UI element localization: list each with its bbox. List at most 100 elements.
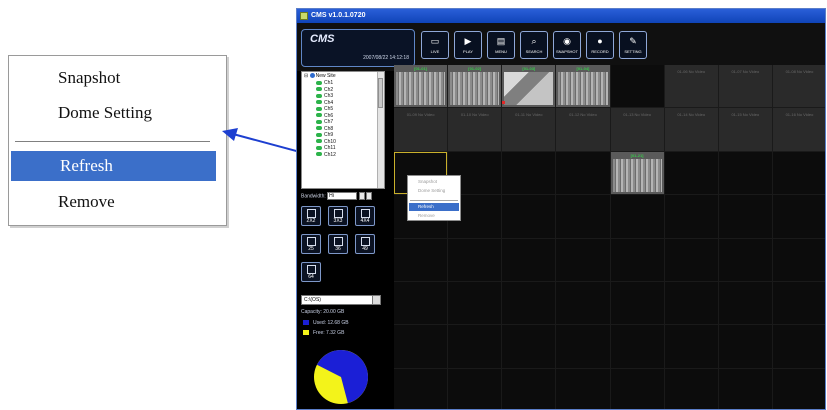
live-button[interactable]: ▭ LIVE: [421, 31, 449, 59]
video-tile[interactable]: [448, 238, 502, 281]
video-tile[interactable]: [718, 281, 772, 325]
video-tile[interactable]: 01-07 No Video: [718, 65, 772, 108]
layout-49-button[interactable]: 49: [355, 234, 375, 254]
video-tile[interactable]: 01-11 No Video: [502, 108, 556, 151]
video-tile[interactable]: [718, 151, 772, 195]
video-tile[interactable]: [718, 195, 772, 238]
video-tile[interactable]: [448, 368, 502, 409]
video-tile[interactable]: [556, 325, 610, 368]
video-tile[interactable]: [664, 195, 718, 238]
wrench-icon: ✎: [629, 36, 637, 46]
video-tile[interactable]: [502, 151, 556, 195]
video-tile[interactable]: [556, 368, 610, 409]
video-tile[interactable]: [448, 325, 502, 368]
video-tile[interactable]: 01-16 No Video: [772, 108, 825, 151]
video-tile[interactable]: 01-15 No Video: [718, 108, 772, 151]
video-tile[interactable]: 01-08 No Video: [772, 65, 825, 108]
video-tile[interactable]: [502, 325, 556, 368]
next-page-button[interactable]: [365, 192, 372, 200]
video-tile[interactable]: [610, 65, 664, 108]
video-tile[interactable]: [772, 368, 825, 409]
layout-64-button[interactable]: 64: [301, 262, 321, 282]
video-grid: [01-01] [01-02] [01-03] [01-04] 01-06 No Vid…: [394, 65, 825, 409]
video-tile[interactable]: [502, 281, 556, 325]
video-feed: [558, 72, 608, 106]
video-tile[interactable]: [394, 368, 448, 409]
video-tile[interactable]: [394, 238, 448, 281]
video-tile[interactable]: 01-13 No Video: [610, 108, 664, 151]
video-tile[interactable]: [664, 151, 718, 195]
tree-channel[interactable]: Ch12: [316, 152, 336, 159]
no-video-label: 01-07 No Video: [731, 69, 760, 74]
menu-item-snapshot[interactable]: Snapshot: [9, 63, 226, 93]
drive-select[interactable]: C:\(OS): [301, 295, 381, 305]
menu-button[interactable]: ▤ MENU: [487, 31, 515, 59]
video-tile[interactable]: [772, 195, 825, 238]
video-tile[interactable]: [01-21]: [610, 151, 664, 195]
record-button[interactable]: ● RECORD: [586, 31, 614, 59]
menu-item-refresh[interactable]: Refresh: [409, 203, 459, 211]
video-tile[interactable]: [664, 368, 718, 409]
setting-button[interactable]: ✎ SETTING: [619, 31, 647, 59]
tree-scrollbar[interactable]: [377, 72, 384, 188]
video-tile[interactable]: 01-14 No Video: [664, 108, 718, 151]
video-tile[interactable]: [664, 238, 718, 281]
video-tile[interactable]: [556, 151, 610, 195]
menu-item-snapshot[interactable]: Snapshot: [409, 178, 459, 186]
layout-2x2-button[interactable]: 2X2: [301, 206, 321, 226]
layout-3x3-button[interactable]: 3X3: [328, 206, 348, 226]
search-button[interactable]: ⌕ SEARCH: [520, 31, 548, 59]
context-menu-small: Snapshot Dome Setting Refresh Remove: [407, 175, 461, 221]
channel-tree: ⊟ New Site Ch1 Ch2 Ch3 Ch4 Ch5 Ch6 Ch7 C…: [301, 71, 385, 189]
video-tile[interactable]: [718, 325, 772, 368]
scrollbar-thumb[interactable]: [378, 78, 383, 108]
menu-item-dome-setting[interactable]: Dome Setting: [409, 187, 459, 195]
video-tile[interactable]: [502, 238, 556, 281]
prev-page-button[interactable]: [358, 192, 365, 200]
layout-36-button[interactable]: 36: [328, 234, 348, 254]
video-tile[interactable]: [502, 195, 556, 238]
camera-icon: [316, 119, 322, 124]
video-tile[interactable]: [718, 238, 772, 281]
video-tile[interactable]: [772, 151, 825, 195]
video-tile[interactable]: 01-10 No Video: [448, 108, 502, 151]
video-tile[interactable]: [01-02]: [448, 65, 502, 108]
video-tile[interactable]: [448, 281, 502, 325]
video-tile[interactable]: [394, 325, 448, 368]
video-tile[interactable]: [664, 281, 718, 325]
video-tile[interactable]: [772, 281, 825, 325]
video-tile[interactable]: [502, 368, 556, 409]
video-tile[interactable]: 01-06 No Video: [664, 65, 718, 108]
video-tile[interactable]: 01-09 No Video: [394, 108, 448, 151]
video-tile[interactable]: [610, 325, 664, 368]
video-tile[interactable]: [01-01]: [394, 65, 448, 108]
video-tile[interactable]: [610, 238, 664, 281]
tree-root[interactable]: ⊟ New Site: [304, 73, 336, 79]
monitor-icon: ▭: [430, 36, 440, 46]
video-tile[interactable]: [772, 325, 825, 368]
menu-item-refresh[interactable]: Refresh: [11, 151, 216, 181]
video-tile[interactable]: [610, 281, 664, 325]
video-tile[interactable]: [01-03]: [502, 65, 556, 108]
video-tile[interactable]: 01-12 No Video: [556, 108, 610, 151]
video-tile[interactable]: [556, 281, 610, 325]
video-tile[interactable]: [01-04]: [556, 65, 610, 108]
video-tile[interactable]: [718, 368, 772, 409]
snapshot-button[interactable]: ◉ SNAPSHOT: [553, 31, 581, 59]
video-tile[interactable]: [664, 325, 718, 368]
capacity-text: Capacity: 20.00 GB: [301, 309, 345, 315]
menu-item-remove[interactable]: Remove: [409, 212, 459, 220]
video-tile[interactable]: [772, 238, 825, 281]
layout-4x4-button[interactable]: 4X4: [355, 206, 375, 226]
bandwidth-select[interactable]: Hi: [327, 192, 358, 200]
layout-25-button[interactable]: 25: [301, 234, 321, 254]
video-tile[interactable]: [556, 195, 610, 238]
video-tile[interactable]: [394, 281, 448, 325]
menu-item-remove[interactable]: Remove: [9, 187, 226, 217]
play-button[interactable]: ▶ PLAY: [454, 31, 482, 59]
video-tile[interactable]: [610, 368, 664, 409]
video-tile[interactable]: [610, 195, 664, 238]
video-tile[interactable]: [556, 238, 610, 281]
menu-item-dome-setting[interactable]: Dome Setting: [9, 98, 226, 128]
no-video-label: 01-11 No Video: [515, 112, 543, 118]
